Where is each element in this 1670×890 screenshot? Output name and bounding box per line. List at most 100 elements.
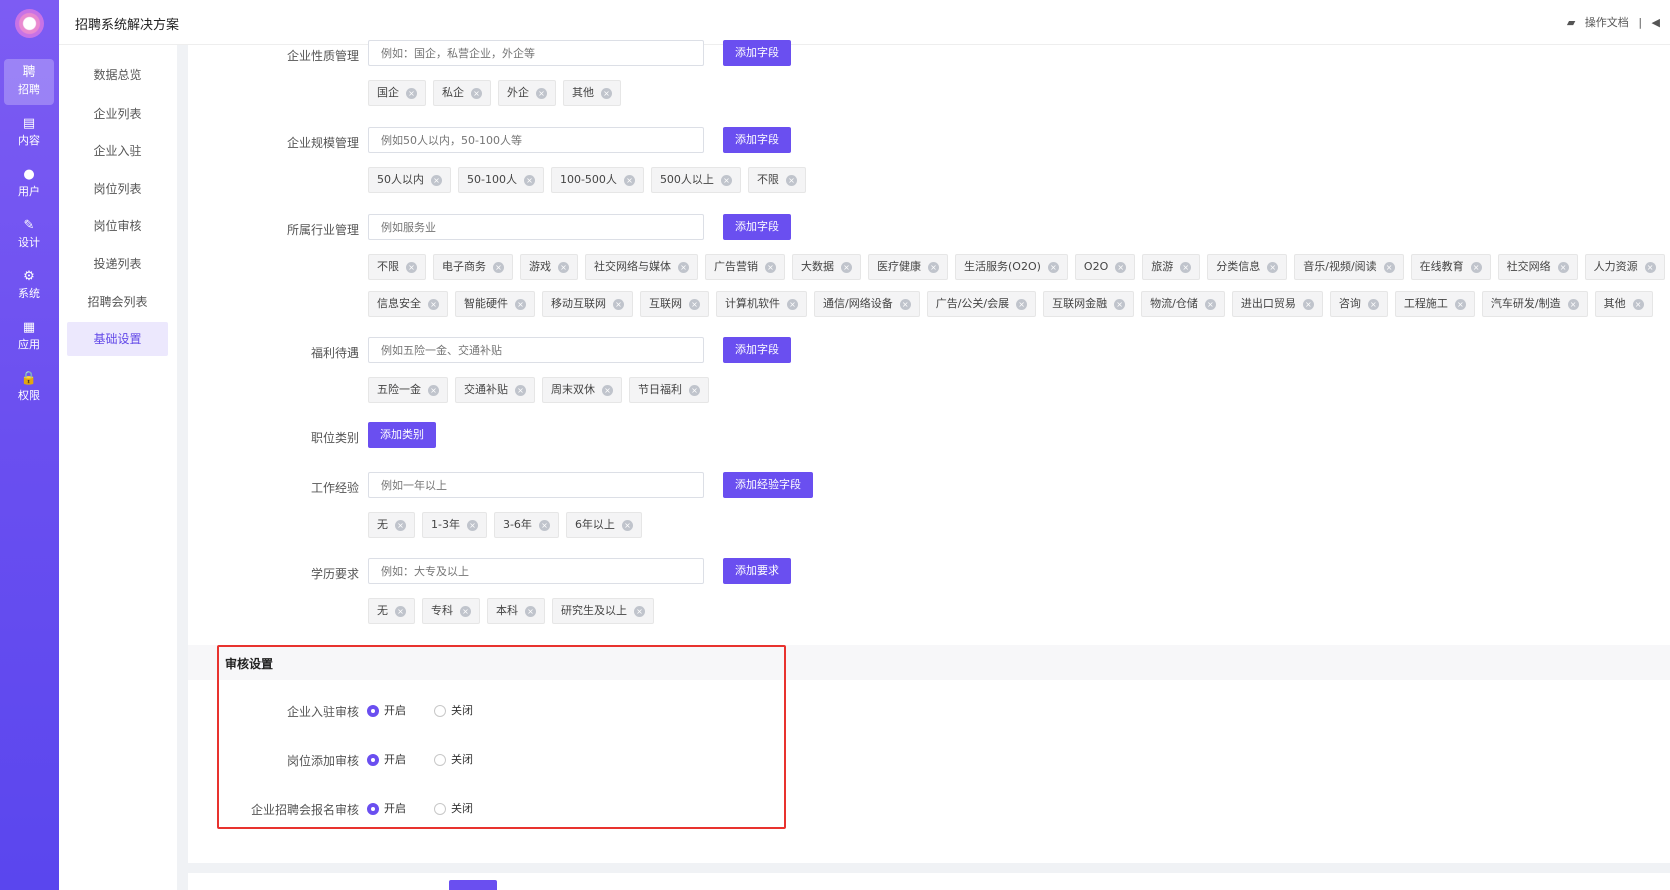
close-icon[interactable]: × xyxy=(1367,298,1379,310)
close-icon[interactable]: × xyxy=(613,298,624,310)
welfare-add-button[interactable]: 添加字段 xyxy=(723,337,791,363)
close-icon[interactable]: × xyxy=(1454,298,1466,310)
close-icon[interactable]: × xyxy=(720,174,732,186)
close-icon[interactable]: × xyxy=(466,519,478,531)
experience-add-button[interactable]: 添加经验字段 xyxy=(723,472,813,498)
close-icon[interactable]: × xyxy=(471,87,482,99)
experience-input[interactable] xyxy=(368,472,704,498)
subnav-item-fair-list[interactable]: 招聘会列表 xyxy=(67,285,168,319)
close-icon[interactable]: × xyxy=(406,87,417,99)
tag: 人力资源 × xyxy=(1584,254,1665,280)
close-icon[interactable]: × xyxy=(525,605,536,617)
close-icon[interactable]: × xyxy=(1644,261,1656,273)
industry-tags-row1: 不限 × 电子商务 × 游戏 × 社交网络与媒体 × 广告营销 × 大数据 × 医疗健康 × 生活服务(O2… xyxy=(368,254,1670,280)
close-icon[interactable]: × xyxy=(538,519,550,531)
tag-label: 节日福利 xyxy=(638,383,682,396)
close-icon[interactable]: × xyxy=(1180,261,1192,273)
recruit-icon: 聘 xyxy=(22,65,36,80)
close-icon[interactable]: × xyxy=(841,261,852,273)
close-icon[interactable]: × xyxy=(1267,261,1279,273)
close-icon[interactable]: × xyxy=(515,298,526,310)
close-icon[interactable]: × xyxy=(1016,298,1028,310)
subnav-item-delivery-list[interactable]: 投递列表 xyxy=(67,247,168,281)
tag-label: 移动互联网 xyxy=(551,297,606,310)
subnav-item-job-list[interactable]: 岗位列表 xyxy=(67,172,168,206)
close-icon[interactable]: × xyxy=(623,174,635,186)
rail-item-system[interactable]: ⚙ 系统 xyxy=(4,263,54,309)
close-icon[interactable]: × xyxy=(1302,298,1314,310)
tag-label: 通信/网络设备 xyxy=(823,297,893,310)
subnav-item-job-review[interactable]: 岗位审核 xyxy=(67,209,168,243)
top-bar: 招聘系统解决方案 ▰ 操作文档 | ◀ xyxy=(59,0,1670,45)
close-icon[interactable]: × xyxy=(601,87,612,99)
close-icon[interactable]: × xyxy=(406,261,417,273)
tag-label: 汽车研发/制造 xyxy=(1490,297,1561,310)
industry-input[interactable] xyxy=(368,214,704,240)
subnav-item-basic-settings[interactable]: 基础设置 xyxy=(67,322,168,356)
close-icon[interactable]: × xyxy=(428,298,439,310)
close-icon[interactable]: × xyxy=(1557,261,1569,273)
welfare-label: 福利待遇 xyxy=(310,346,359,360)
scale-input[interactable] xyxy=(368,127,704,153)
close-icon[interactable]: × xyxy=(558,261,569,273)
rail-label: 应用 xyxy=(18,338,40,351)
rail-item-users[interactable]: ● 用户 xyxy=(4,161,54,207)
close-icon[interactable]: × xyxy=(1047,261,1059,273)
close-icon[interactable]: × xyxy=(1632,298,1644,310)
tag: 国企 × xyxy=(368,80,426,106)
close-icon[interactable]: × xyxy=(602,384,613,396)
close-icon[interactable]: × xyxy=(928,261,939,273)
subnav-item-overview[interactable]: 数据总览 xyxy=(67,58,168,92)
nature-add-button[interactable]: 添加字段 xyxy=(723,40,791,66)
close-icon[interactable]: × xyxy=(678,261,689,273)
close-icon[interactable]: × xyxy=(493,261,504,273)
category-add-button[interactable]: 添加类别 xyxy=(368,422,436,448)
tag-label: 6年以上 xyxy=(574,518,615,531)
welfare-input[interactable] xyxy=(368,337,704,363)
close-icon[interactable]: × xyxy=(428,384,439,396)
close-icon[interactable]: × xyxy=(1115,261,1127,273)
subnav-item-company-list[interactable]: 企业列表 xyxy=(67,97,168,131)
close-icon[interactable]: × xyxy=(395,519,406,531)
tag: 分类信息 × xyxy=(1207,254,1288,280)
close-icon[interactable]: × xyxy=(899,298,911,310)
close-icon[interactable]: × xyxy=(785,174,797,186)
tag-label: 智能硬件 xyxy=(464,297,508,310)
close-icon[interactable]: × xyxy=(1114,298,1126,310)
rail-item-apps[interactable]: ▦ 应用 xyxy=(4,314,54,360)
rail-item-permissions[interactable]: 🔒 权限 xyxy=(4,365,54,411)
rail-item-design[interactable]: ✎ 设计 xyxy=(4,212,54,258)
close-icon[interactable]: × xyxy=(431,174,442,186)
close-icon[interactable]: × xyxy=(395,605,406,617)
close-icon[interactable]: × xyxy=(1567,298,1579,310)
close-icon[interactable]: × xyxy=(689,298,700,310)
speaker-icon[interactable]: ◀ xyxy=(1652,16,1660,29)
close-icon[interactable]: × xyxy=(634,605,645,617)
nature-input[interactable] xyxy=(368,40,704,66)
education-input[interactable] xyxy=(368,558,704,584)
close-icon[interactable]: × xyxy=(1470,261,1482,273)
tag: 周末双休 × xyxy=(542,377,622,403)
close-icon[interactable]: × xyxy=(787,298,798,310)
close-icon[interactable]: × xyxy=(765,261,776,273)
submit-button[interactable] xyxy=(449,880,497,890)
close-icon[interactable]: × xyxy=(689,384,700,396)
close-icon[interactable]: × xyxy=(523,174,535,186)
close-icon[interactable]: × xyxy=(460,605,471,617)
highlight-box xyxy=(217,645,786,829)
subnav-item-company-join[interactable]: 企业入驻 xyxy=(67,134,168,168)
industry-tags-row2: 信息安全 × 智能硬件 × 移动互联网 × 互联网 × 计算机软件 × 通信/网络设备 × 广告/公关/… xyxy=(368,291,1670,317)
scale-add-button[interactable]: 添加字段 xyxy=(723,127,791,153)
close-icon[interactable]: × xyxy=(1204,298,1216,310)
education-add-button[interactable]: 添加要求 xyxy=(723,558,791,584)
close-icon[interactable]: × xyxy=(515,384,526,396)
close-icon[interactable]: × xyxy=(1383,261,1395,273)
rail-item-content[interactable]: ▤ 内容 xyxy=(4,110,54,156)
rail-item-recruit[interactable]: 聘 招聘 xyxy=(4,59,54,105)
close-icon[interactable]: × xyxy=(536,87,547,99)
industry-add-button[interactable]: 添加字段 xyxy=(723,214,791,240)
docs-link[interactable]: 操作文档 xyxy=(1585,16,1629,29)
close-icon[interactable]: × xyxy=(621,519,633,531)
tag: 物流/仓储 × xyxy=(1141,291,1225,317)
main-rail: 聘 招聘 ▤ 内容 ● 用户 ✎ 设计 ⚙ 系统 ▦ 应用 🔒 权限 xyxy=(0,0,59,890)
